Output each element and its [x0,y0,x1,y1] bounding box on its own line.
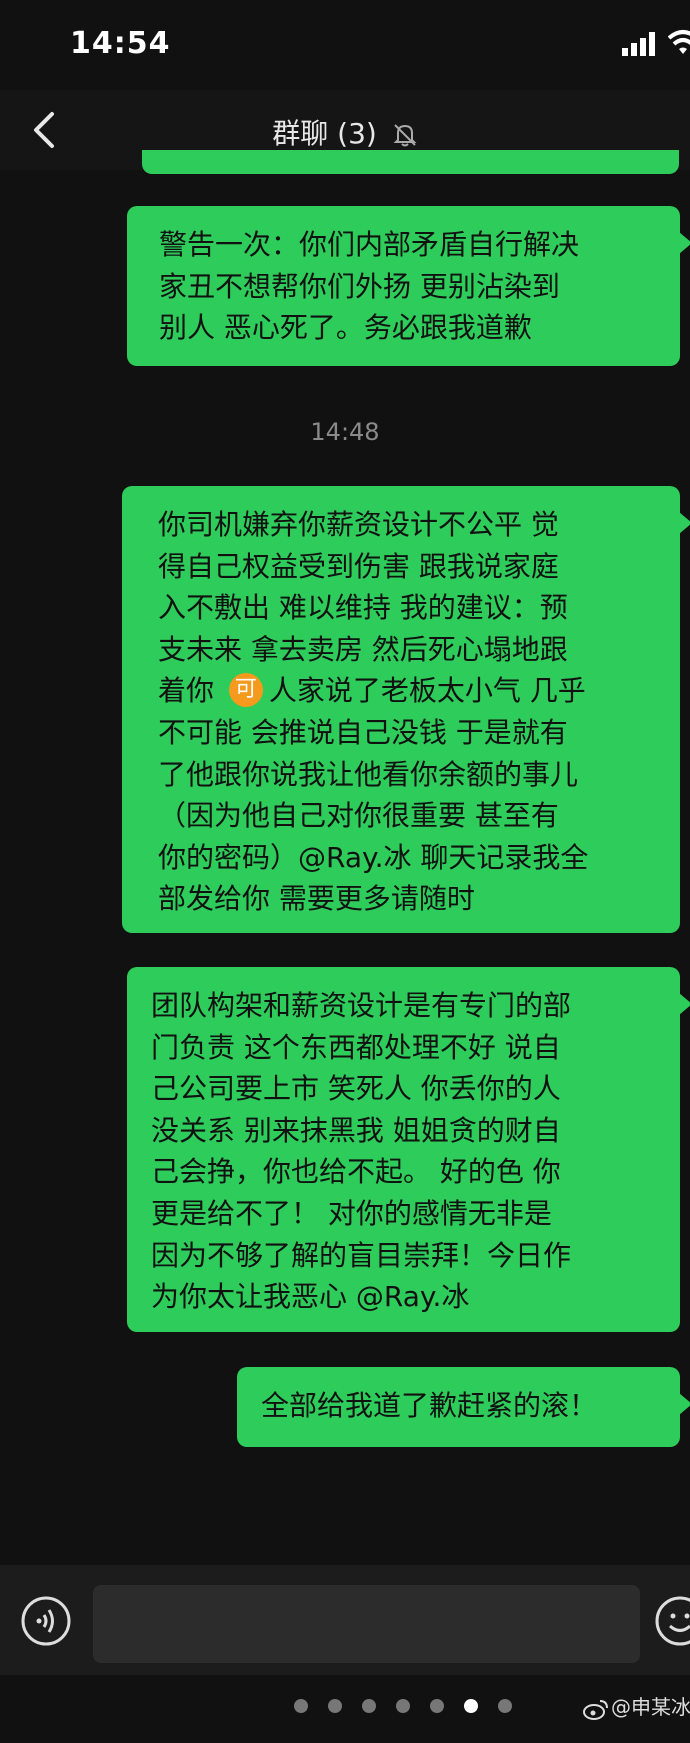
message-text: 着你 [158,674,223,708]
message-text: 人家说了老板太小气 几乎 [268,674,586,708]
page-dot[interactable] [396,1699,410,1713]
message-line: 别人 恶心死了。务必跟我道歉 [159,311,532,345]
signal-icon [622,32,655,56]
message-bubble-4[interactable]: 全部给我道了歉赶紧的滚！ [237,1367,690,1447]
timestamp: 14:48 [310,418,380,446]
message-line: 更是给不了！ 对你的感情无非是 [151,1196,552,1230]
wifi-icon [668,30,690,54]
message-bubble-3[interactable]: 团队构架和薪资设计是有专门的部 门负责 这个东西都处理不好 说自 己公司要上市 … [127,967,690,1332]
watermark-text: @申某冰 [611,1695,690,1719]
input-bar [0,1565,690,1675]
message-bubble-partial[interactable] [142,150,679,174]
status-bar: 14:54 [0,0,690,90]
watermark: @申某冰 [583,1691,690,1720]
message-bubble-1[interactable]: 警告一次：你们内部矛盾自行解决 家丑不想帮你们外扬 更别沾染到 别人 恶心死了。… [127,206,690,366]
mute-bell-icon [393,124,417,147]
message-line: 不可能 会推说自己没钱 于是就有 [158,715,568,749]
page-dot[interactable] [294,1699,308,1713]
page-dot[interactable] [498,1699,512,1713]
message-line: 了他跟你说我让他看你余额的事儿 [158,757,579,791]
message-line: 己会挣，你也给不起。 好的色 你 [151,1155,561,1189]
message-line: 己公司要上市 笑死人 你丢你的人 [151,1072,561,1106]
page-dot[interactable] [362,1699,376,1713]
ke-emoji-icon: 可 [228,673,263,708]
message-line: 支未来 拿去卖房 然后死心塌地跟 [158,632,568,666]
bottom-area: @申某冰 [0,1675,690,1743]
message-line: 你的密码）@Ray.冰 聊天记录我全 [158,840,589,874]
message-line: 全部给我道了歉赶紧的滚！ [261,1389,598,1422]
message-line: 团队构架和薪资设计是有专门的部 [151,989,572,1022]
message-line: 门负责 这个东西都处理不好 说自 [151,1030,561,1064]
page-dot[interactable] [328,1699,342,1713]
status-time: 14:54 [70,26,171,61]
emoji-icon[interactable] [654,1595,690,1647]
voice-input-icon[interactable] [20,1595,72,1647]
message-line: 警告一次：你们内部矛盾自行解决 [159,228,580,261]
message-line: 入不敷出 难以维持 我的建议：预 [158,591,568,625]
message-line: 你司机嫌弃你薪资设计不公平 觉 [158,508,559,541]
weibo-icon [583,1699,608,1720]
message-line: 因为不够了解的盲目崇拜！今日作 [151,1238,572,1272]
message-bubble-2[interactable]: 你司机嫌弃你薪资设计不公平 觉 得自己权益受到伤害 跟我说家庭 入不敷出 难以维… [122,486,690,933]
message-line: 着你 可人家说了老板太小气 几乎 [158,670,664,712]
page-dot[interactable] [430,1699,444,1713]
message-line: 家丑不想帮你们外扬 更别沾染到 [159,269,560,303]
chat-title: 群聊 (3) [0,112,690,152]
message-line: 得自己权益受到伤害 跟我说家庭 [158,549,559,583]
message-input[interactable] [93,1585,640,1663]
message-line: 为你太让我恶心 @Ray.冰 [151,1280,470,1314]
message-line: （因为他自己对你很重要 甚至有 [158,799,559,833]
page-dot[interactable] [464,1699,478,1713]
chat-title-text: 群聊 (3) [272,117,377,150]
message-line: 部发给你 需要更多请随时 [158,882,475,916]
message-line: 没关系 别来抹黑我 姐姐贪的财自 [151,1113,561,1147]
